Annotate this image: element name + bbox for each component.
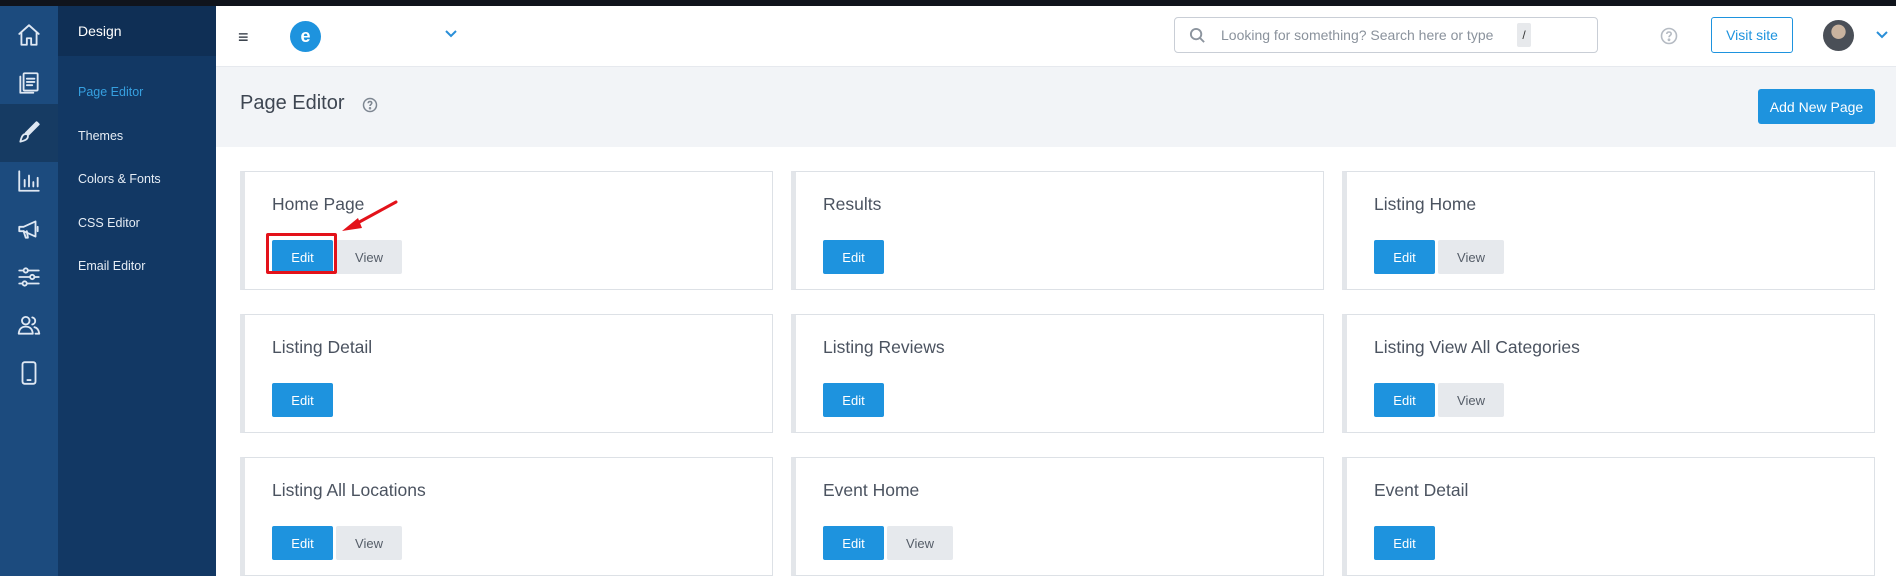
- design-subnav: Design Page Editor Themes Colors & Fonts…: [58, 6, 216, 576]
- search-input[interactable]: [1221, 24, 1511, 46]
- card-title: Listing All Locations: [272, 480, 426, 500]
- help-icon[interactable]: [1660, 27, 1678, 45]
- icon-sidebar: [0, 6, 58, 576]
- card-title: Listing Detail: [272, 337, 373, 357]
- subnav-item-page-editor[interactable]: Page Editor: [58, 71, 216, 115]
- card-title: Listing Home: [1374, 194, 1477, 214]
- subnav-item-colors-fonts[interactable]: Colors & Fonts: [58, 158, 216, 202]
- edit-button[interactable]: Edit: [1374, 526, 1435, 560]
- subnav-heading: Design: [58, 6, 216, 56]
- edit-button[interactable]: Edit: [272, 383, 333, 417]
- menu-icon[interactable]: ≡: [238, 28, 249, 46]
- subnav-item-email-editor[interactable]: Email Editor: [58, 245, 216, 289]
- page-card-listing-reviews: Listing Reviews Edit: [791, 314, 1324, 433]
- page-card-listing-view-all-categories: Listing View All Categories Edit View: [1342, 314, 1875, 433]
- view-button[interactable]: View: [887, 526, 953, 560]
- card-title: Results: [823, 194, 882, 214]
- edit-button[interactable]: Edit: [823, 526, 884, 560]
- edit-button[interactable]: Edit: [1374, 240, 1435, 274]
- page-card-event-home: Event Home Edit View: [791, 457, 1324, 576]
- view-button[interactable]: View: [1438, 383, 1504, 417]
- top-bar: ≡ e / Visit site: [216, 6, 1896, 67]
- visit-site-button[interactable]: Visit site: [1711, 17, 1793, 53]
- add-new-page-button[interactable]: Add New Page: [1758, 89, 1875, 124]
- view-button[interactable]: View: [336, 240, 402, 274]
- card-title: Event Home: [823, 480, 920, 500]
- logo[interactable]: e: [290, 21, 321, 52]
- page-card-listing-all-locations: Listing All Locations Edit View: [240, 457, 773, 576]
- card-title: Listing View All Categories: [1374, 337, 1580, 357]
- view-button[interactable]: View: [1438, 240, 1504, 274]
- search-box[interactable]: /: [1174, 17, 1598, 53]
- subnav-item-themes[interactable]: Themes: [58, 115, 216, 159]
- edit-button[interactable]: Edit: [1374, 383, 1435, 417]
- page-title: Page Editor: [240, 92, 345, 114]
- view-button[interactable]: View: [336, 526, 402, 560]
- avatar[interactable]: [1823, 20, 1854, 51]
- page-card-listing-detail: Listing Detail Edit: [240, 314, 773, 433]
- edit-button[interactable]: Edit: [823, 240, 884, 274]
- page-card-event-detail: Event Detail Edit: [1342, 457, 1875, 576]
- search-icon: [1189, 27, 1205, 43]
- page-card-results: Results Edit: [791, 171, 1324, 290]
- subnav-item-css-editor[interactable]: CSS Editor: [58, 202, 216, 246]
- chevron-down-icon[interactable]: [444, 26, 458, 40]
- edit-button[interactable]: Edit: [272, 526, 333, 560]
- chevron-down-icon[interactable]: [1875, 27, 1889, 41]
- annotation-arrow-icon: [342, 200, 398, 231]
- mobile-icon[interactable]: [0, 344, 58, 402]
- search-shortcut-key: /: [1517, 23, 1531, 47]
- help-icon[interactable]: [362, 97, 378, 113]
- card-title: Listing Reviews: [823, 337, 945, 357]
- annotation-highlight-box: [266, 233, 337, 274]
- page-card-listing-home: Listing Home Edit View: [1342, 171, 1875, 290]
- edit-button[interactable]: Edit: [823, 383, 884, 417]
- card-title: Event Detail: [1374, 480, 1469, 500]
